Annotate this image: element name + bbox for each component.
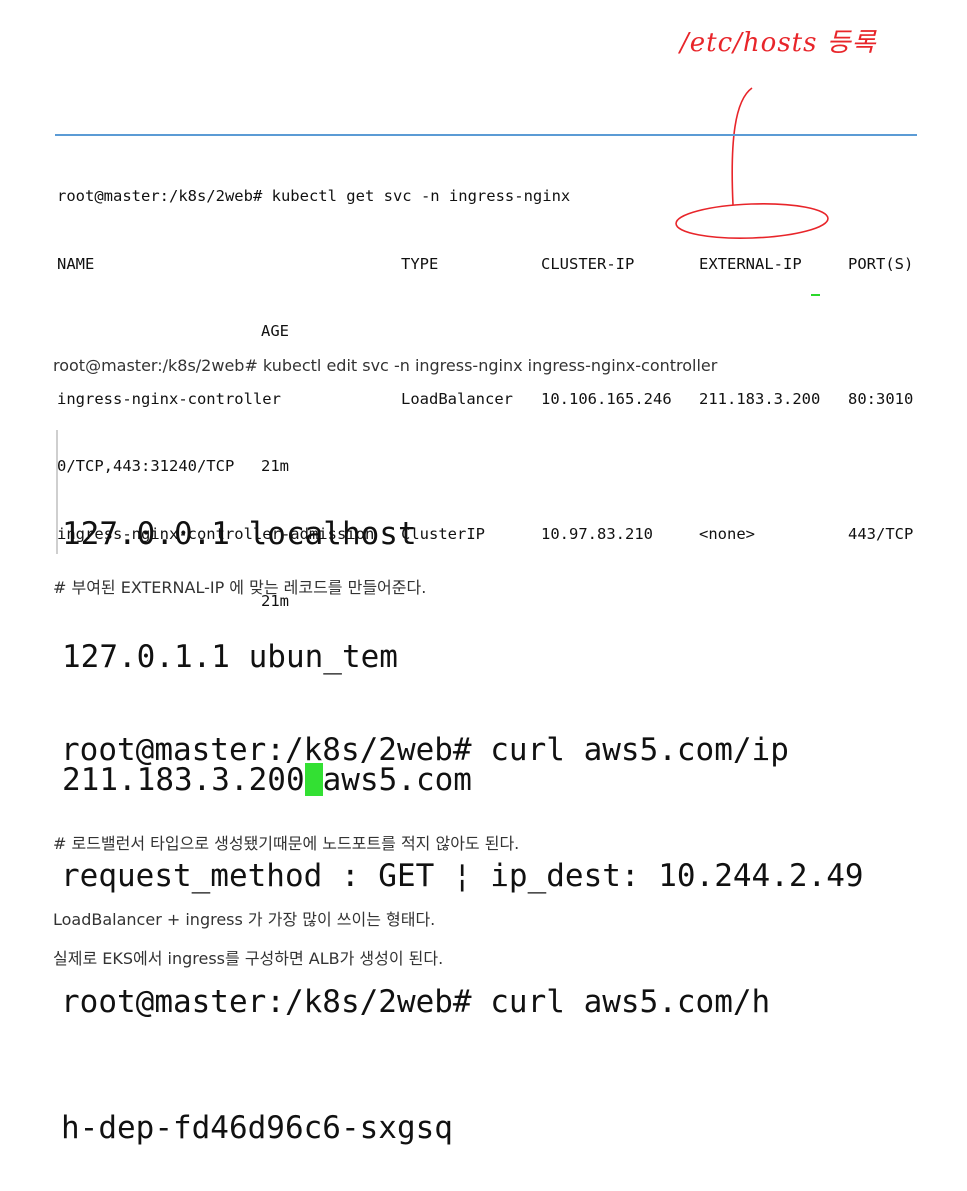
hosts-line-1: 127.0.0.1 localhost: [62, 516, 417, 552]
row-1-cluster-ip: 10.106.165.246: [541, 389, 672, 408]
paragraph-loadbalancer-ingress: LoadBalancer + ingress 가 가장 많이 쓰이는 형태다.: [53, 910, 436, 929]
separator-line: [55, 134, 917, 136]
paragraph-eks-alb: 실제로 EKS에서 ingress를 구성하면 ALB가 생성이 된다.: [53, 949, 444, 968]
row-1-external-ip: 211.183.3.200: [699, 389, 821, 408]
curl-line-2: request_method : GET ¦ ip_dest: 10.244.2…: [61, 858, 864, 894]
header-ports: PORT(S): [848, 254, 914, 273]
curl-line-3: root@master:/k8s/2web# curl aws5.com/h: [61, 984, 771, 1020]
annotation-circle: [675, 203, 829, 239]
note-hosts-record: # 부여된 EXTERNAL-IP 에 맞는 레코드를 만들어준다.: [53, 578, 427, 597]
curl-line-4: h-dep-fd46d96c6-sxgsq: [61, 1110, 453, 1146]
header-name: NAME: [57, 254, 95, 273]
row-2-ports: 443/TCP: [848, 524, 914, 543]
curl-line-1: root@master:/k8s/2web# curl aws5.com/ip: [61, 732, 789, 768]
edit-command-text: root@master:/k8s/2web# kubectl edit svc …: [53, 356, 718, 375]
row-2-external-ip: <none>: [699, 524, 755, 543]
note-loadbalancer: # 로드밸런서 타입으로 생성됐기때문에 노드포트를 적지 않아도 된다.: [53, 834, 520, 853]
header-type: TYPE: [401, 254, 439, 273]
terminal-cursor: [811, 294, 820, 296]
row-1-name: ingress-nginx-controller: [57, 389, 281, 408]
prompt-line: root@master:/k8s/2web# kubectl get svc -…: [57, 187, 571, 205]
header-cluster-ip: CLUSTER-IP: [541, 254, 635, 273]
row-1-ports: 80:3010: [848, 389, 914, 408]
row-1-type: LoadBalancer: [401, 389, 513, 408]
annotation-arrow-line: [731, 87, 753, 206]
row-2-cluster-ip: 10.97.83.210: [541, 524, 653, 543]
hosts-left-border: [56, 430, 58, 554]
header-external-ip: EXTERNAL-IP: [699, 254, 802, 273]
header-age: AGE: [261, 322, 289, 340]
